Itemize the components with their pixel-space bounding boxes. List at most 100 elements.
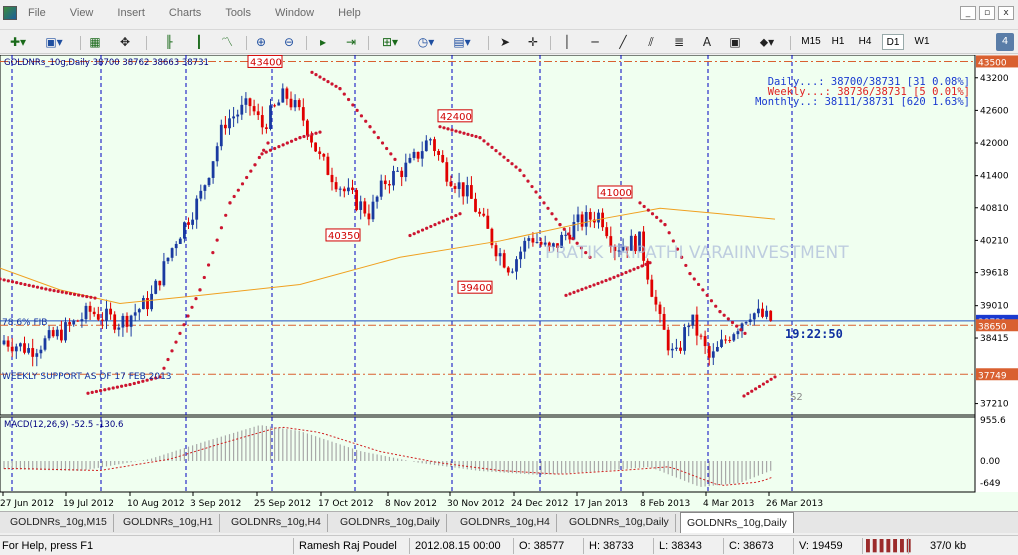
sar-dot xyxy=(294,137,298,142)
tab-chart-2[interactable]: GOLDNRs_10g,H1 xyxy=(117,514,220,532)
candle-body xyxy=(228,118,231,129)
candle-body xyxy=(416,151,420,159)
new-chart-icon[interactable]: ✚▾ xyxy=(4,33,32,51)
tab-chart-6[interactable]: GOLDNRs_10g,Daily xyxy=(563,514,676,532)
timeframe-d1[interactable]: D1 xyxy=(882,34,904,50)
sar-dot xyxy=(726,317,730,321)
channel-icon[interactable]: ⫽ xyxy=(642,33,660,51)
arrows-tool-icon[interactable]: ⬥▾ xyxy=(754,33,780,51)
sar-dot xyxy=(211,250,215,255)
sar-dot xyxy=(571,237,575,241)
candle-body xyxy=(174,243,178,249)
sar-dot xyxy=(718,310,722,314)
tab-chart-3[interactable]: GOLDNRs_10g,H4 xyxy=(225,514,328,532)
sar-dot xyxy=(518,168,522,172)
sar-dot xyxy=(298,135,302,140)
chart-window[interactable]: 43400 42400 41000 40350 39400 GOLDNRs_10g,Dai… xyxy=(0,55,1018,511)
sar-dot xyxy=(564,293,568,297)
menu-tools[interactable]: Tools xyxy=(213,7,263,19)
vertical-line-icon[interactable]: │ xyxy=(558,33,576,51)
zoom-in-icon[interactable]: ⊕ xyxy=(252,33,270,51)
candle-body xyxy=(703,336,707,347)
zoom-out-icon[interactable]: ⊖ xyxy=(280,33,298,51)
candle-body xyxy=(96,314,100,320)
minimize-button[interactable]: _ xyxy=(960,6,976,20)
candle-body xyxy=(396,170,399,172)
macd-pane xyxy=(0,416,976,493)
sar-dot xyxy=(306,133,310,138)
candle-body xyxy=(465,185,469,197)
sar-dot xyxy=(342,92,346,96)
candle-body xyxy=(47,330,51,339)
sar-dot xyxy=(659,219,663,223)
profiles-icon[interactable]: ▣▾ xyxy=(40,33,68,51)
market-watch-icon[interactable]: ▦ xyxy=(86,33,104,51)
price-label: 38415 xyxy=(980,334,1009,344)
candle-body xyxy=(511,271,514,273)
timeframe-w1[interactable]: W1 xyxy=(910,34,934,50)
periods-icon[interactable]: ◷▾ xyxy=(412,33,440,51)
candle-body xyxy=(502,253,506,268)
timeframe-h4[interactable]: H4 xyxy=(854,34,876,50)
crosshair-icon[interactable]: ✛ xyxy=(524,33,542,51)
sar-dot xyxy=(15,281,19,285)
sar-dot xyxy=(202,275,206,280)
notification-badge[interactable]: 4 xyxy=(996,33,1014,51)
tab-chart-5[interactable]: GOLDNRs_10g,H4 xyxy=(454,514,557,532)
line-chart-icon[interactable]: 〽 xyxy=(218,33,236,51)
timeframe-m15[interactable]: M15 xyxy=(798,34,824,50)
candle-body xyxy=(535,241,539,243)
sar-dot xyxy=(640,264,644,268)
sar-dot xyxy=(769,377,773,381)
autoscroll-icon[interactable]: ▸ xyxy=(314,33,332,51)
candle-body xyxy=(539,241,543,245)
sar-dot xyxy=(739,328,743,332)
tab-chart-4[interactable]: GOLDNRs_10g,Daily xyxy=(334,514,447,532)
candle-body xyxy=(474,198,477,212)
text-tool-icon[interactable]: A xyxy=(698,33,716,51)
indicators-icon[interactable]: ⊞▾ xyxy=(376,33,404,51)
price-label: 37210 xyxy=(980,400,1009,410)
fibonacci-icon[interactable]: ≣ xyxy=(670,33,688,51)
menu-insert[interactable]: Insert xyxy=(105,7,157,19)
menu-help[interactable]: Help xyxy=(326,7,373,19)
bar-chart-icon[interactable]: ╟ xyxy=(160,33,178,51)
sar-dot xyxy=(644,262,648,266)
restore-button[interactable]: ▫ xyxy=(979,6,995,20)
sar-dot xyxy=(765,380,769,384)
close-button[interactable]: x xyxy=(998,6,1014,20)
candle-body xyxy=(92,311,96,315)
sar-dot xyxy=(486,142,490,146)
templates-icon[interactable]: ▤▾ xyxy=(448,33,476,51)
chart-canvas[interactable]: 43400 42400 41000 40350 39400 GOLDNRs_10g,Dai… xyxy=(0,55,1018,511)
label-tool-icon[interactable]: ▣ xyxy=(726,33,744,51)
menu-window[interactable]: Window xyxy=(263,7,326,19)
tab-chart-1[interactable]: GOLDNRs_10g,M15 xyxy=(4,514,114,532)
candle-body xyxy=(404,162,408,178)
trendline-icon[interactable]: ╱ xyxy=(614,33,632,51)
sar-dot xyxy=(743,331,747,336)
sar-dot xyxy=(558,223,562,227)
tab-chart-7-active[interactable]: GOLDNRs_10g,Daily xyxy=(680,512,794,533)
menu-view[interactable]: View xyxy=(58,7,106,19)
candle-body xyxy=(240,104,244,115)
horizontal-line-icon[interactable]: ─ xyxy=(586,33,604,51)
sar-dot xyxy=(190,305,194,309)
timeframe-h1[interactable]: H1 xyxy=(828,34,848,50)
navigator-icon[interactable]: ✥ xyxy=(116,33,134,51)
sar-dot xyxy=(48,288,52,292)
sar-dot xyxy=(433,223,437,227)
chart-shift-icon[interactable]: ⇥ xyxy=(342,33,360,51)
sar-dot xyxy=(546,206,550,210)
app-icon[interactable] xyxy=(3,6,17,20)
candle-body xyxy=(265,127,268,130)
menu-file[interactable]: File xyxy=(16,7,58,19)
sar-dot xyxy=(714,304,718,308)
menu-bar: File View Insert Charts Tools Window Hel… xyxy=(0,0,1018,30)
candle-body xyxy=(154,280,158,294)
cursor-icon[interactable]: ➤ xyxy=(496,33,514,51)
menu-charts[interactable]: Charts xyxy=(157,7,213,19)
sar-dot xyxy=(228,201,232,205)
sar-dot xyxy=(482,139,486,143)
candlestick-icon[interactable]: ┃ xyxy=(190,33,208,51)
